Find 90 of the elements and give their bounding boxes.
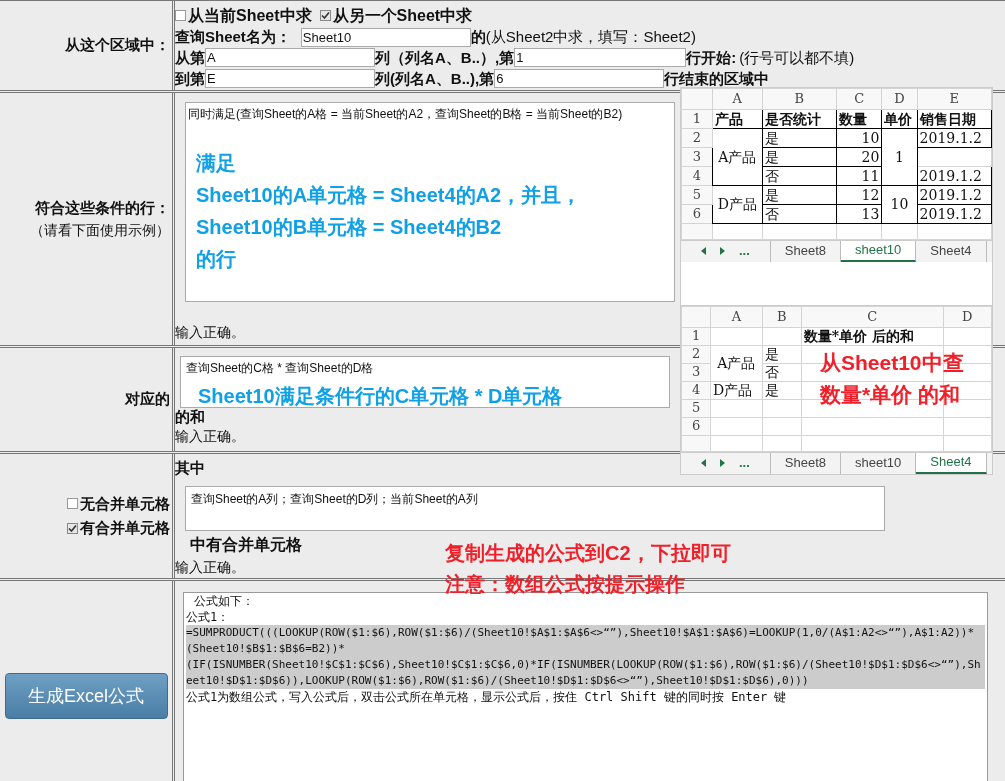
table-cell: 否 — [762, 166, 837, 185]
checkbox[interactable] — [67, 522, 78, 534]
section-label: 从这个区域中： — [65, 35, 170, 56]
column-header: C — [801, 306, 944, 327]
annotation-text: Sheet10的A单元格 = Sheet4的A2，并且， — [196, 183, 582, 208]
column-header: C — [836, 88, 882, 109]
input-field[interactable]: Sheet10 — [300, 28, 471, 47]
table-cell: 单价 — [881, 109, 918, 128]
more-sheets[interactable]: ... — [739, 241, 750, 261]
scroll-right-icon[interactable] — [720, 247, 725, 255]
column-header: E — [917, 88, 992, 109]
field-label: 到第 — [175, 69, 205, 89]
column-header: D — [943, 306, 992, 327]
field-label: 行开始: — [686, 48, 737, 68]
input-field[interactable]: A — [205, 48, 375, 67]
sheet-tab[interactable]: Sheet4 — [916, 240, 987, 262]
table-cell: 否 — [762, 363, 802, 381]
formula-text: =SUMPRODUCT(((LOOKUP(ROW($1:$6),ROW($1:$6)/(Sheet10!$A$1:$A$6<>“”),Sheet10!$A$1:$A$6)=LOOKUP(1,0/(A$1:A2<>“”),A$1:A2))*(Sheet10!$B$1:$B$6=B2))* — [186, 625, 985, 657]
table-cell: 2019.1.2 — [917, 128, 992, 147]
section-label: 符合这些条件的行： — [35, 198, 170, 219]
field-label: 中有合并单元格 — [190, 535, 302, 555]
column-header: D — [881, 88, 918, 109]
table-cell: D产品 — [710, 381, 763, 399]
field-label: 列（列名A、B..）,第 — [375, 48, 515, 68]
field-label: 查询Sheet名为： — [175, 27, 291, 47]
table-cell: 是 — [762, 345, 802, 363]
column-header: A — [710, 306, 763, 327]
checkbox[interactable] — [175, 10, 186, 21]
scroll-left-icon[interactable] — [701, 247, 706, 255]
field-hint: 的(从Sheet2中求，填写：Sheet2) — [470, 27, 696, 47]
annotation-text: 的行 — [196, 247, 237, 272]
field-hint: (行号可以都不填) — [739, 48, 855, 68]
table-cell: 产品 — [712, 109, 763, 128]
scroll-right-icon[interactable] — [720, 459, 725, 467]
output-text: 公式如下： — [193, 593, 255, 609]
output-text: 公式1： — [186, 609, 231, 625]
table-cell: 否 — [762, 204, 837, 223]
table-cell: 是 — [762, 128, 837, 147]
field-label: 其中 — [175, 458, 205, 478]
table-cell: 数量 — [836, 109, 882, 128]
output-text: 公式1为数组公式，写入公式后，双击公式所在单元格，显示公式后，按住 Ctrl Shift 键的同时按 Enter 键 — [186, 689, 788, 705]
sheet-tab[interactable]: Sheet4 — [916, 452, 987, 474]
section-label: 对应的 — [125, 389, 170, 410]
column-header: B — [762, 88, 837, 109]
checkbox-label: 从当前Sheet中求 — [188, 6, 312, 26]
column-header: A — [712, 88, 763, 109]
section-hint: （请看下面使用示例） — [30, 220, 170, 240]
field-label: 的和 — [175, 408, 205, 426]
checkbox-label: 无合并单元格 — [80, 493, 170, 514]
table-cell: 是 — [762, 185, 837, 204]
column-header: B — [762, 306, 802, 327]
table-cell: 数量*单价 后的和 — [801, 327, 944, 345]
field-label: 列(列名A、B..),第 — [375, 69, 495, 89]
merged-columns-textarea[interactable]: 查询Sheet的A列；查询Sheet的D列；当前Sheet的A列 — [185, 485, 885, 531]
status-text: 输入正确。 — [175, 427, 245, 446]
checkbox-label: 有合并单元格 — [80, 518, 170, 538]
status-text: 输入正确。 — [175, 323, 245, 342]
more-sheets[interactable]: ... — [739, 453, 750, 473]
checkbox[interactable] — [67, 498, 78, 510]
annotation-text: Sheet10满足条件行的C单元格 * D单元格 — [198, 384, 563, 409]
annotation-text: 数量*单价 的和 — [820, 382, 961, 408]
input-field[interactable]: 6 — [494, 69, 665, 88]
table-cell: 是 — [762, 147, 837, 166]
table-cell: 2019.1.2 — [917, 185, 992, 204]
table-cell: 2019.1.2 — [917, 204, 992, 223]
conditions-textarea[interactable]: 同时满足(查询Sheet的A格 = 当前Sheet的A2，查询Sheet的B格 = 当前Sheet的B2) 满足 Sheet10的A单元格 = Sheet4的A2，并且， Sheet10的B单元格 = Sheet4的B2 的行 — [185, 102, 675, 302]
status-text: 输入正确。 — [175, 558, 245, 577]
scroll-left-icon[interactable] — [701, 459, 706, 467]
table-cell: 10 — [881, 185, 918, 223]
checkbox[interactable] — [319, 10, 331, 21]
table-cell: 销售日期 — [917, 109, 992, 128]
sheet-tab[interactable]: Sheet8 — [770, 452, 842, 474]
annotation-text: Sheet10的B单元格 = Sheet4的B2 — [196, 215, 503, 240]
annotation-text: 复制生成的公式到C2，下拉即可 — [445, 541, 731, 566]
formula-text: (IF(ISNUMBER(Sheet10!$C$1:$C$6),Sheet10!$C$1:$C$6,0)*IF(ISNUMBER(LOOKUP(ROW($1:$6),ROW($1:$6)/(Sheet10!$D$1:$D$6<>“”),Sheet10!$D$1:$D$6)),LOOKUP(ROW($1:$6),ROW($1:$6)/(Sheet10!$D$1:$D$6<>“”),Sheet10!$D$1:$D$6),0))) — [186, 657, 985, 689]
table-cell: 2019.1.2 — [917, 166, 992, 185]
input-field[interactable]: 1 — [514, 48, 687, 67]
table-cell: 是 — [762, 381, 802, 399]
input-field[interactable]: E — [205, 69, 375, 88]
table-cell: 12 — [836, 185, 882, 204]
sheet-tab[interactable]: sheet10 — [841, 240, 917, 262]
table-cell: 10 — [836, 128, 882, 147]
field-label: 行结束的区域中 — [664, 69, 770, 89]
table-cell: 是否统计 — [762, 109, 837, 128]
field-label: 从第 — [175, 48, 205, 68]
annotation-text: 满足 — [196, 151, 237, 176]
table-cell: 1 — [881, 128, 918, 185]
expression-textarea[interactable]: 查询Sheet的C格 * 查询Sheet的D格 Sheet10满足条件行的C单元格 * D单元格 — [180, 356, 670, 408]
checkbox-label: 从另一个Sheet中求 — [332, 6, 473, 26]
annotation-text: 从Sheet10中查 — [820, 350, 964, 376]
